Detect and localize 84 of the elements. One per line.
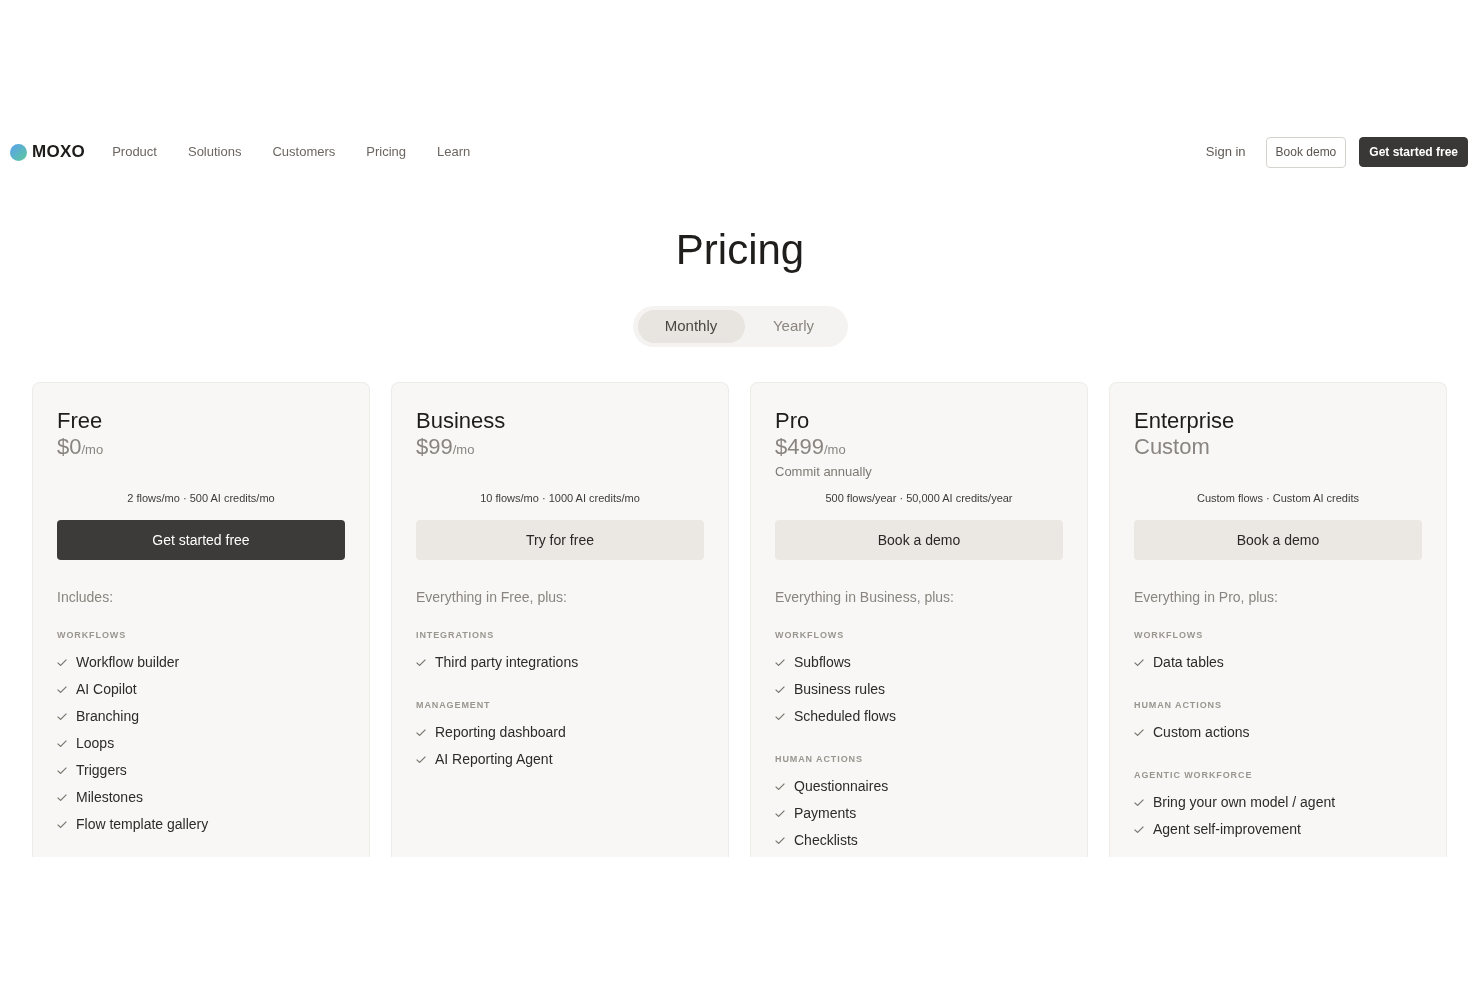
check-icon [57,793,67,801]
check-icon [1134,798,1144,806]
feature-text: Loops [76,733,115,753]
feature-text: Triggers [76,760,127,780]
plan-cta-button[interactable]: Get started free [57,520,345,560]
check-icon [775,658,785,666]
feature-text: Third party integrations [435,652,579,672]
nav-link[interactable]: Solutions [187,142,242,162]
section-label: WORKFLOWS [775,629,846,641]
plan-allowance: Custom flows · Custom AI credits [1196,491,1360,506]
plan-note: Commit annually [775,463,873,481]
feature-text: Business rules [794,679,886,699]
billing-option[interactable]: Monthly [637,310,745,343]
plan-intro: Everything in Pro, plus: [1134,588,1279,607]
feature-text: Agent self-improvement [1153,819,1301,839]
feature-text: Data tables [1153,652,1224,672]
check-icon [57,712,67,720]
plan-intro: Includes: [57,588,115,607]
section-label: HUMAN ACTIONS [1134,699,1223,711]
book-demo-button[interactable]: Book demo [1265,136,1347,168]
feature-text: Milestones [76,787,143,807]
plan-price: $499 [775,434,824,460]
check-icon [1134,658,1144,666]
logo-icon [10,143,27,161]
check-icon [775,836,785,844]
check-icon [416,755,426,763]
feature-text: Branching [76,706,140,726]
check-icon [57,658,67,666]
get-started-button[interactable]: Get started free [1359,137,1468,167]
nav-link[interactable]: Product [112,142,157,162]
check-icon [57,685,67,693]
plan-name: Business [416,408,507,434]
plan-name: Pro [775,408,811,434]
section-label: WORKFLOWS [1134,629,1205,641]
feature-text: Flow template gallery [76,814,209,834]
feature-text: Checklists [794,830,858,850]
check-icon [57,739,67,747]
check-icon [57,820,67,828]
nav-link[interactable]: Learn [437,142,471,162]
plan-cta-button[interactable]: Try for free [416,520,704,560]
check-icon [1134,825,1144,833]
nav-link[interactable]: Pricing [366,142,407,162]
check-icon [57,766,67,774]
section-label: WORKFLOWS [57,629,128,641]
section-label: MANAGEMENT [416,699,492,711]
plan-price: $99 [416,434,453,460]
feature-text: Questionnaires [794,776,889,796]
section-label: AGENTIC WORKFORCE [1134,769,1254,781]
plan-cta-button[interactable]: Book a demo [1134,520,1422,560]
check-icon [416,728,426,736]
feature-text: Bring your own model / agent [1153,792,1336,812]
plan-allowance: 500 flows/year · 50,000 AI credits/year [824,491,1014,506]
section-label: HUMAN ACTIONS [775,753,864,765]
plan-allowance: 2 flows/mo · 500 AI credits/mo [126,491,276,506]
price-period: /mo [452,442,475,459]
price-period: /mo [81,442,104,459]
feature-text: AI Reporting Agent [435,749,553,769]
feature-text: Workflow builder [76,652,180,672]
check-icon [775,782,785,790]
plan-intro: Everything in Business, plus: [775,588,955,607]
plan-price: Custom [1134,434,1210,460]
plan-cta-button[interactable]: Book a demo [775,520,1063,560]
plan-name: Free [57,408,104,434]
nav-link[interactable]: Customers [272,142,336,162]
feature-text: Custom actions [1153,722,1250,742]
check-icon [775,712,785,720]
feature-text: Payments [794,803,857,823]
check-icon [416,658,426,666]
check-icon [775,809,785,817]
section-label: INTEGRATIONS [416,629,496,641]
logo-wordmark[interactable]: MOXO [32,139,86,165]
sign-in-link[interactable]: Sign in [1205,142,1246,162]
feature-text: AI Copilot [76,679,137,699]
plan-intro: Everything in Free, plus: [416,588,568,607]
feature-text: Reporting dashboard [435,722,566,742]
feature-text: Subflows [794,652,851,672]
plan-allowance: 10 flows/mo · 1000 AI credits/mo [479,491,641,506]
plan-name: Enterprise [1134,408,1236,434]
feature-text: Scheduled flows [794,706,896,726]
check-icon [775,685,785,693]
check-icon [1134,728,1144,736]
plan-price: $0 [57,434,82,460]
price-period: /mo [823,442,846,459]
page-title: Pricing [674,225,806,275]
